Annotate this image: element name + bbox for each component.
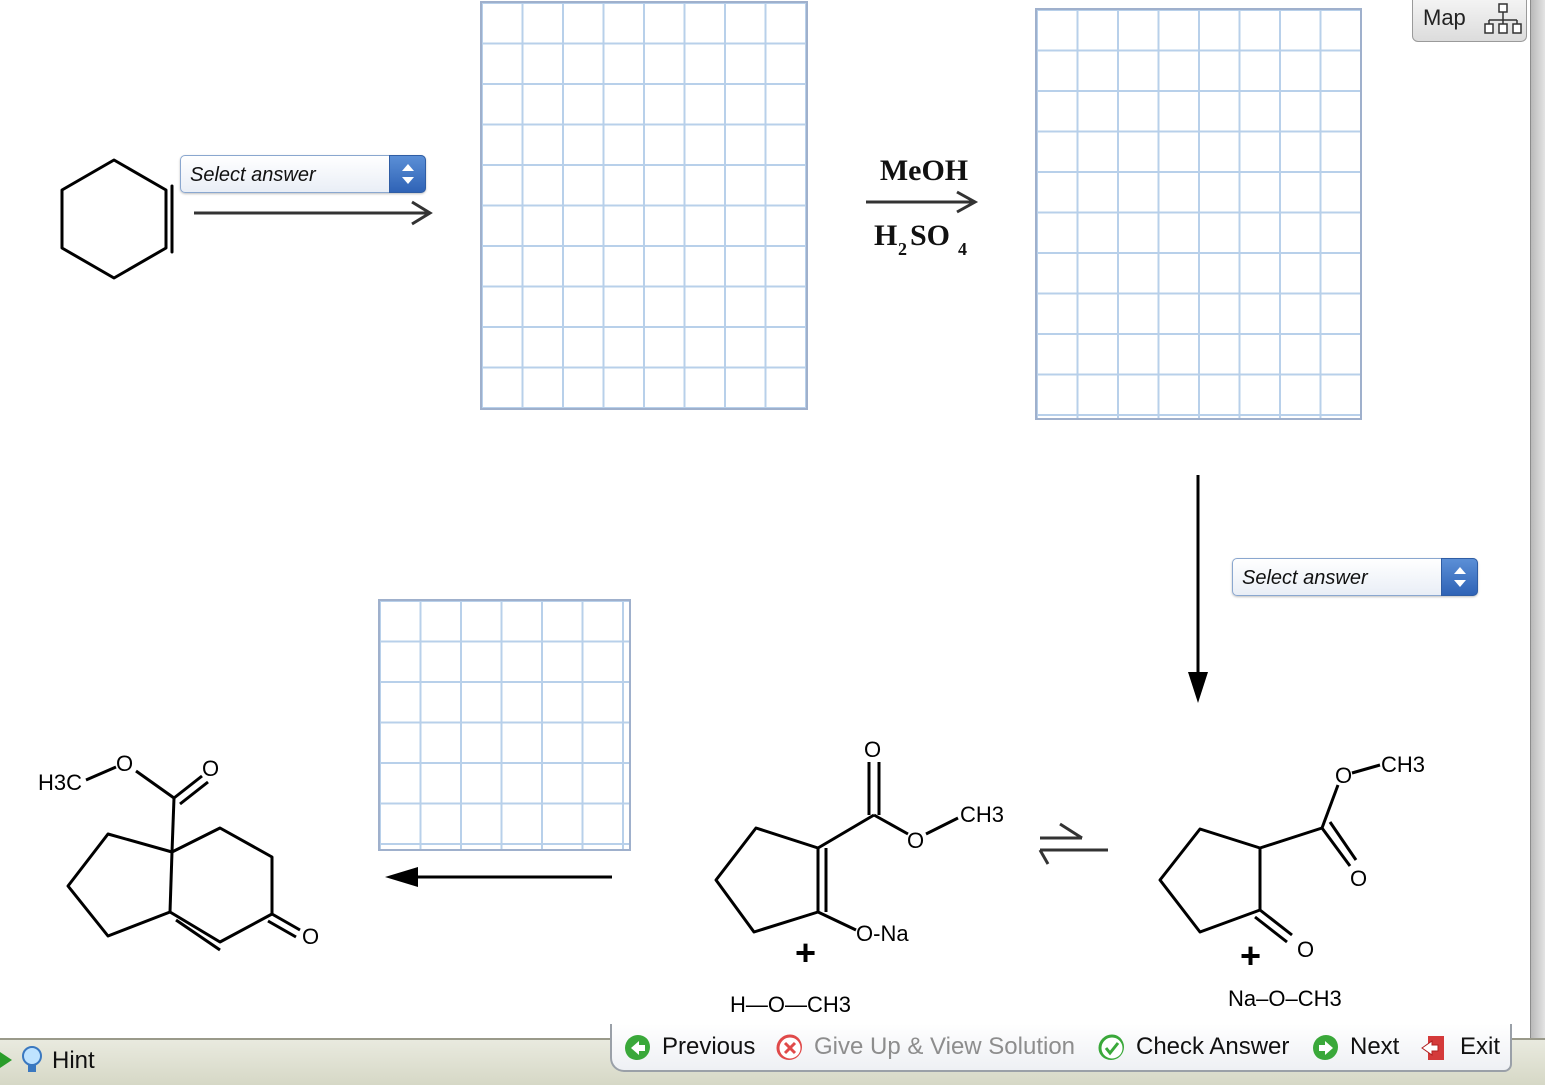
check-icon <box>1098 1034 1124 1060</box>
reaction-arrow-2 <box>866 190 979 214</box>
product-structure <box>66 765 301 952</box>
svg-text:SO: SO <box>910 219 950 252</box>
reaction-arrow-3 <box>1188 475 1208 703</box>
methanol-label: H—O—CH3 <box>730 992 851 1017</box>
product-ketone-o: O <box>302 924 319 949</box>
enolate-plus: + <box>795 932 816 973</box>
check-answer-button[interactable]: Check Answer <box>1136 1032 1289 1062</box>
equilibrium-arrows <box>1038 822 1108 865</box>
reaction-arrow-1 <box>194 200 433 226</box>
sodium-methoxide: Na–O–CH3 <box>1228 986 1342 1011</box>
svg-text:H: H <box>874 219 897 252</box>
cancel-icon <box>776 1034 802 1060</box>
next-button[interactable]: Next <box>1350 1032 1399 1062</box>
svg-text:4: 4 <box>958 239 967 259</box>
enolate-ona: O-Na <box>856 921 909 946</box>
reagent-h2so4: H 2 SO 4 <box>874 219 967 259</box>
product-ester-o: O <box>116 751 133 776</box>
give-up-button[interactable]: Give Up & View Solution <box>814 1032 1075 1062</box>
hint-link[interactable]: Hint <box>52 1047 95 1075</box>
ketoester-methyl: CH3 <box>1381 752 1425 777</box>
enolate-ester-o: O <box>907 828 924 853</box>
enolate-carbonyl-o: O <box>864 737 881 762</box>
arrow-left-icon <box>625 1035 650 1060</box>
exit-icon <box>1421 1036 1444 1060</box>
product-methyl: H3C <box>38 770 82 795</box>
cyclohexene-structure <box>60 158 174 280</box>
previous-button[interactable]: Previous <box>662 1032 755 1062</box>
reagent-meoh: MeOH <box>880 154 968 187</box>
play-icon <box>0 1052 12 1068</box>
ketoester-ketone-o: O <box>1297 937 1314 962</box>
exit-button[interactable]: Exit <box>1460 1032 1500 1062</box>
window-right-edge <box>1530 0 1545 1083</box>
arrow-right-icon <box>1313 1035 1338 1060</box>
ketoester-ester-o: O <box>1335 763 1352 788</box>
navigation-bar: Previous Give Up & View Solution Check A… <box>610 1024 1512 1072</box>
ketoester-carbonyl-o: O <box>1350 866 1367 891</box>
lightbulb-icon[interactable] <box>20 1044 44 1078</box>
ketoester-structure <box>1158 763 1381 944</box>
reaction-scheme: MeOH H 2 SO 4 O CH3 O O + Na–O–CH3 O O C… <box>38 154 1425 1017</box>
enolate-methyl: CH3 <box>960 802 1004 827</box>
product-carbonyl-o: O <box>202 756 219 781</box>
svg-text:2: 2 <box>898 239 907 259</box>
ketoester-plus: + <box>1240 935 1261 976</box>
reaction-arrow-4 <box>385 867 612 887</box>
